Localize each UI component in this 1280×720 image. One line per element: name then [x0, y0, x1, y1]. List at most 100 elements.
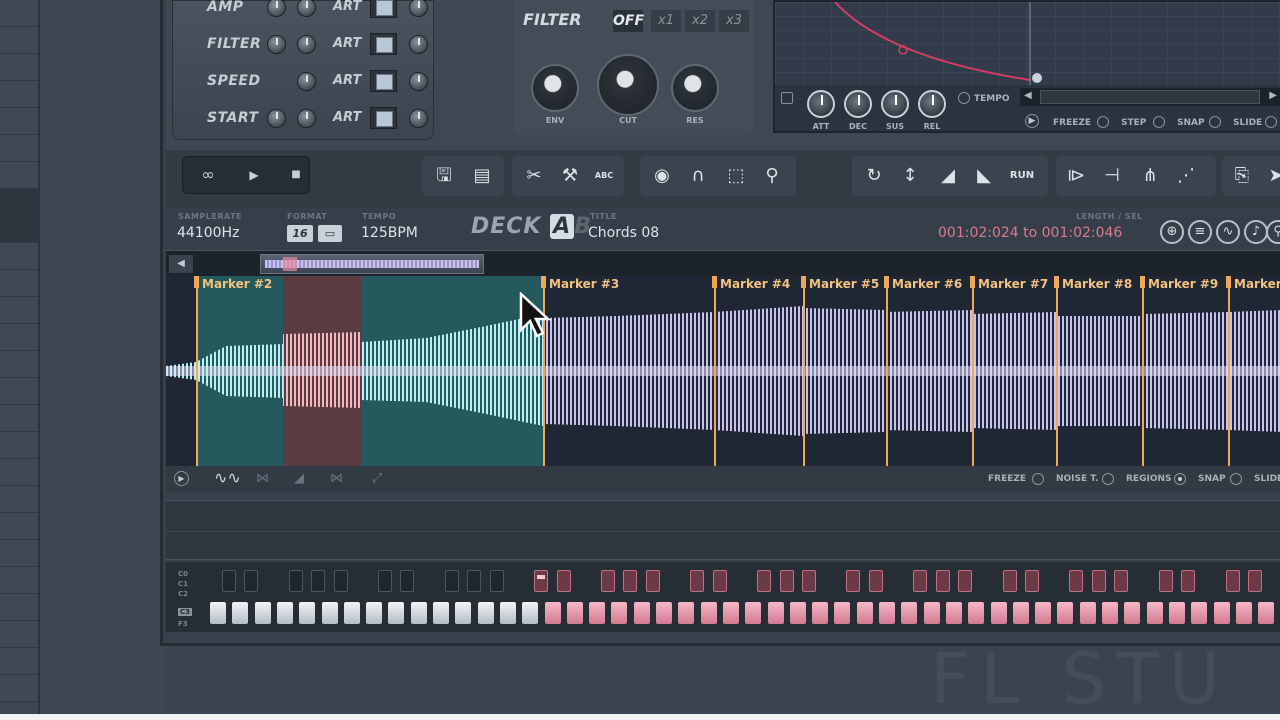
white-key[interactable]: [611, 602, 628, 624]
knob[interactable]: [297, 109, 316, 128]
black-key[interactable]: [601, 570, 616, 592]
marker-label[interactable]: Marker #5: [809, 277, 879, 291]
marker-line[interactable]: Marker #9: [1140, 276, 1218, 466]
white-key[interactable]: [1191, 602, 1208, 624]
white-key[interactable]: [700, 602, 717, 624]
white-key[interactable]: [767, 602, 784, 624]
knob[interactable]: [297, 72, 316, 91]
black-key[interactable]: [1024, 570, 1039, 592]
black-key[interactable]: [957, 570, 972, 592]
black-key[interactable]: [489, 570, 504, 592]
white-key[interactable]: [1124, 602, 1141, 624]
marker-line[interactable]: Marker #5: [801, 276, 879, 466]
waveform-icon[interactable]: ∿∿: [214, 468, 241, 487]
filter-x3-button[interactable]: x3: [719, 10, 749, 32]
scissors-icon[interactable]: ✂: [520, 164, 548, 188]
white-key[interactable]: [923, 602, 940, 624]
black-key[interactable]: [311, 570, 326, 592]
select-icon[interactable]: ⬚: [722, 164, 750, 188]
black-key[interactable]: [400, 570, 415, 592]
envelope-toggle[interactable]: [781, 92, 793, 104]
white-key[interactable]: [1102, 602, 1118, 624]
marker-line[interactable]: Marker #2: [194, 276, 272, 466]
white-key[interactable]: [1168, 602, 1185, 624]
white-key[interactable]: [834, 602, 851, 624]
white-key[interactable]: [232, 602, 249, 624]
tempo-checkbox[interactable]: [958, 92, 970, 104]
snap-checkbox[interactable]: [1209, 116, 1221, 128]
black-key[interactable]: [757, 570, 772, 592]
zoom-icon[interactable]: ⚲: [758, 164, 786, 188]
loop-icon[interactable]: ∞: [193, 165, 223, 185]
magnet-icon[interactable]: ∩: [684, 164, 712, 188]
save-icon[interactable]: 🖫: [430, 164, 458, 188]
marker-label[interactable]: Marker #4: [720, 277, 790, 291]
white-key[interactable]: [1258, 602, 1275, 624]
black-key[interactable]: [846, 570, 861, 592]
knob[interactable]: [297, 35, 316, 54]
knob[interactable]: [409, 109, 428, 128]
white-key[interactable]: [1057, 602, 1074, 624]
black-key[interactable]: [779, 570, 794, 592]
regions-checkbox[interactable]: [1174, 473, 1186, 485]
grid-icon[interactable]: ⊕: [1160, 220, 1184, 244]
white-key[interactable]: [656, 602, 672, 624]
black-key[interactable]: [467, 570, 482, 592]
scroll-left-icon[interactable]: ◀: [169, 255, 193, 273]
waveform-overview[interactable]: ◀: [166, 250, 1280, 276]
scroll-left-icon[interactable]: ◀: [1024, 90, 1032, 101]
snap-checkbox[interactable]: [1230, 473, 1242, 485]
white-key[interactable]: [299, 602, 316, 624]
white-key[interactable]: [254, 602, 271, 624]
art-toggle[interactable]: [370, 0, 397, 18]
black-key[interactable]: [1069, 570, 1084, 592]
black-key[interactable]: [1091, 570, 1106, 592]
black-key[interactable]: [935, 570, 950, 592]
white-key[interactable]: [901, 602, 918, 624]
marker-label[interactable]: Marker #3: [549, 277, 619, 291]
octave-label-active[interactable]: C3: [178, 608, 193, 616]
art-toggle[interactable]: [370, 70, 397, 92]
black-key[interactable]: [534, 570, 549, 592]
white-key[interactable]: [477, 602, 494, 624]
black-key[interactable]: [1225, 570, 1240, 592]
cut-knob[interactable]: [597, 54, 659, 116]
white-key[interactable]: [879, 602, 895, 624]
black-key[interactable]: [1180, 570, 1195, 592]
white-key[interactable]: [455, 602, 472, 624]
black-key[interactable]: [801, 570, 816, 592]
format-channels-icon[interactable]: ▭: [318, 225, 342, 242]
white-key[interactable]: [276, 602, 293, 624]
trim-icon[interactable]: ⋈: [256, 471, 269, 486]
knob[interactable]: [267, 0, 286, 17]
waveform-editor[interactable]: Marker #2 Marker #3 Marker #4 Marker #5 …: [166, 276, 1280, 466]
black-key[interactable]: [712, 570, 727, 592]
stop-icon[interactable]: ■: [281, 165, 311, 185]
freeze-checkbox[interactable]: [1032, 473, 1044, 485]
arrow-icon[interactable]: ➤: [1262, 164, 1280, 188]
marker-label[interactable]: Marker #9: [1148, 277, 1218, 291]
white-key[interactable]: [968, 602, 985, 624]
marker-label[interactable]: Marker #7: [978, 277, 1048, 291]
black-key[interactable]: [244, 570, 259, 592]
white-key[interactable]: [856, 602, 873, 624]
fade-out-icon[interactable]: ◣: [970, 164, 998, 188]
black-key[interactable]: [623, 570, 638, 592]
white-key[interactable]: [812, 602, 829, 624]
wrench-icon[interactable]: ⚒: [556, 164, 584, 188]
dec-knob[interactable]: [844, 90, 872, 118]
marker-line[interactable]: Marker #6: [884, 276, 962, 466]
white-key[interactable]: [633, 602, 650, 624]
white-key[interactable]: [522, 602, 539, 624]
art-toggle[interactable]: [370, 33, 397, 55]
black-key[interactable]: [1002, 570, 1017, 592]
filter-x2-button[interactable]: x2: [685, 10, 715, 32]
black-key[interactable]: [333, 570, 348, 592]
normalize-icon[interactable]: ↕: [896, 164, 924, 188]
slice-icon[interactable]: ⧐: [1062, 164, 1090, 188]
envelope-graph[interactable]: [775, 1, 1280, 85]
freeze-checkbox[interactable]: [1097, 116, 1109, 128]
black-key[interactable]: [1114, 570, 1128, 592]
play-icon[interactable]: ▶: [239, 165, 269, 185]
knob[interactable]: [297, 0, 316, 17]
